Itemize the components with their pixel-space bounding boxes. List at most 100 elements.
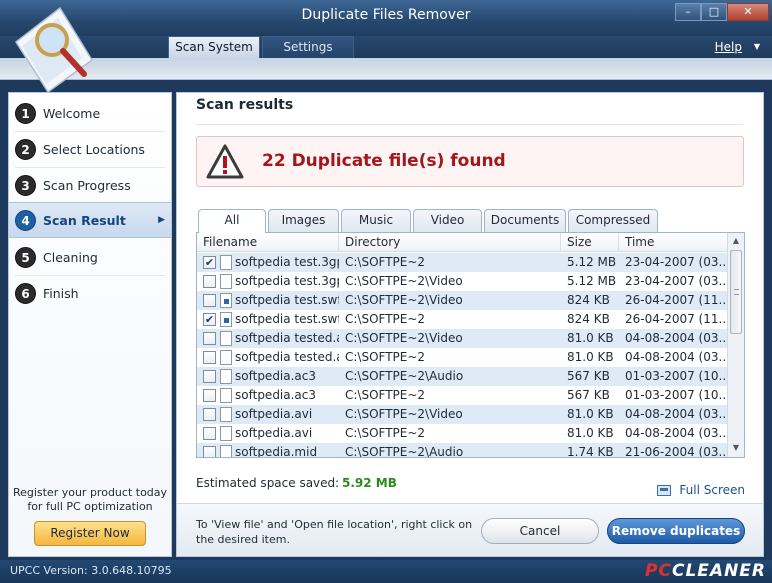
cell-filename: softpedia.avi [235, 426, 313, 440]
filter-tab-compressed[interactable]: Compressed [568, 209, 658, 232]
cell-filename: softpedia tested.avi [235, 331, 339, 345]
step-number: 5 [15, 246, 36, 268]
row-checkbox[interactable] [203, 389, 216, 402]
cell-size: 1.74 KB [567, 445, 614, 458]
table-row[interactable]: softpedia.ac3 C:\SOFTPE~2 567 KB 01-03-2007… [197, 386, 727, 405]
help-menu[interactable]: Help [715, 40, 742, 54]
step-label: Scan Result [43, 212, 126, 228]
filter-tab-documents[interactable]: Documents [484, 209, 566, 232]
cell-filename: softpedia test.3gp [235, 255, 339, 269]
remove-duplicates-button[interactable]: Remove duplicates [607, 518, 745, 544]
step-scan-progress[interactable]: 3 Scan Progress [9, 167, 171, 203]
column-header-directory[interactable]: Directory [339, 233, 561, 252]
step-cleaning[interactable]: 5 Cleaning [9, 239, 171, 275]
step-number: 1 [15, 102, 36, 124]
table-row[interactable]: softpedia test.swf C:\SOFTPE~2\Video 824 K… [197, 291, 727, 310]
full-screen-link[interactable]: Full Screen [657, 483, 745, 497]
help-dropdown-icon[interactable]: ▼ [754, 42, 760, 51]
table-row[interactable]: softpedia test.3gp C:\SOFTPE~2\Video 5.12 … [197, 272, 727, 291]
row-checkbox[interactable] [203, 370, 216, 383]
table-row[interactable]: ✔ softpedia test.3gp C:\SOFTPE~2 5.12 MB 23-… [197, 253, 727, 272]
cell-time: 04-08-2004 (03... [625, 426, 727, 440]
results-table: Filename Directory Size Time ✔ softpedia … [196, 232, 745, 458]
step-finish[interactable]: 6 Finish [9, 275, 171, 311]
brand-logo: PCCLEANER [645, 561, 766, 581]
window-title: Duplicate Files Remover [301, 7, 471, 23]
row-checkbox[interactable] [203, 294, 216, 307]
step-select-locations[interactable]: 2 Select Locations [9, 131, 171, 167]
table-row[interactable]: softpedia.ac3 C:\SOFTPE~2\Audio 567 KB 01-0… [197, 367, 727, 386]
filter-tab-music[interactable]: Music [341, 209, 411, 232]
step-scan-result[interactable]: 4 Scan Result ▶ [9, 202, 171, 238]
cell-time: 26-04-2007 (11... [625, 312, 727, 326]
cell-time: 04-08-2004 (03... [625, 407, 727, 421]
row-checkbox[interactable] [203, 446, 216, 457]
full-screen-label: Full Screen [679, 483, 745, 497]
cell-filename: softpedia.ac3 [235, 369, 317, 383]
version-text: UPCC Version: 3.0.648.10795 [10, 564, 172, 577]
cell-size: 81.0 KB [567, 331, 614, 345]
maximize-button[interactable]: □ [701, 3, 727, 21]
cell-size: 824 KB [567, 312, 610, 326]
action-bar: To 'View file' and 'Open file location',… [177, 503, 763, 556]
step-label: Finish [43, 285, 79, 301]
cancel-button[interactable]: Cancel [481, 518, 599, 544]
table-row[interactable]: softpedia.avi C:\SOFTPE~2 81.0 KB 04-08-200… [197, 424, 727, 443]
row-checkbox[interactable] [203, 427, 216, 440]
title-bar: Duplicate Files Remover – □ ✕ [0, 0, 772, 36]
page-title: Scan results [196, 97, 294, 113]
cell-directory: C:\SOFTPE~2\Audio [345, 445, 464, 458]
table-row[interactable]: ✔ softpedia test.swf C:\SOFTPE~2 824 KB 26-0… [197, 310, 727, 329]
column-header-size[interactable]: Size [561, 233, 619, 252]
filter-tab-images[interactable]: Images [268, 209, 339, 232]
row-checkbox[interactable] [203, 275, 216, 288]
full-screen-icon [657, 484, 672, 496]
row-checkbox[interactable] [203, 332, 216, 345]
cell-size: 5.12 MB [567, 255, 617, 269]
scroll-up-icon[interactable]: ▲ [728, 233, 744, 249]
cell-size: 824 KB [567, 293, 610, 307]
table-row[interactable]: softpedia.mid C:\SOFTPE~2\Audio 1.74 KB 21-… [197, 443, 727, 458]
step-number: 3 [15, 174, 36, 196]
register-promo-line: Register your product today [12, 486, 168, 499]
brand-pc: PC [645, 561, 672, 581]
register-promo: Register your product today for full PC … [9, 486, 171, 514]
cell-directory: C:\SOFTPE~2 [345, 255, 426, 269]
minimize-button[interactable]: – [675, 3, 701, 21]
duplicates-count-text: 22 Duplicate file(s) found [262, 151, 506, 171]
space-saved-label: Estimated space saved: [196, 476, 340, 490]
step-number: 4 [15, 209, 36, 231]
duplicates-alert: 22 Duplicate file(s) found [196, 136, 744, 187]
step-label: Select Locations [43, 141, 145, 157]
cell-time: 01-03-2007 (10... [625, 388, 727, 402]
cell-directory: C:\SOFTPE~2 [345, 350, 426, 364]
row-checkbox[interactable] [203, 408, 216, 421]
cell-size: 81.0 KB [567, 407, 614, 421]
table-row[interactable]: softpedia tested.avi C:\SOFTPE~2 81.0 KB 04… [197, 348, 727, 367]
scroll-down-icon[interactable]: ▼ [728, 440, 744, 456]
table-row[interactable]: softpedia tested.avi C:\SOFTPE~2\Video 81.… [197, 329, 727, 348]
row-checkbox[interactable] [203, 351, 216, 364]
header-band [0, 58, 772, 80]
register-now-button[interactable]: Register Now [34, 521, 146, 546]
tab-scan-system[interactable]: Scan System [168, 36, 260, 58]
close-button[interactable]: ✕ [727, 3, 769, 21]
step-label: Cleaning [43, 249, 98, 265]
row-checkbox[interactable]: ✔ [203, 256, 216, 269]
cell-time: 01-03-2007 (10... [625, 369, 727, 383]
step-welcome[interactable]: 1 Welcome [9, 95, 171, 131]
filter-tab-all[interactable]: All [198, 209, 266, 233]
table-row[interactable]: softpedia.avi C:\SOFTPE~2\Video 81.0 KB 04-… [197, 405, 727, 424]
filter-tab-video[interactable]: Video [413, 209, 482, 232]
row-checkbox[interactable]: ✔ [203, 313, 216, 326]
cell-size: 81.0 KB [567, 426, 614, 440]
cell-size: 567 KB [567, 388, 610, 402]
vertical-scrollbar[interactable]: ▲ ▼ [727, 233, 744, 457]
column-header-time[interactable]: Time [619, 233, 727, 252]
tab-settings[interactable]: Settings [262, 36, 354, 58]
scrollbar-thumb[interactable] [730, 250, 742, 334]
column-header-filename[interactable]: Filename [197, 233, 339, 252]
table-body: ✔ softpedia test.3gp C:\SOFTPE~2 5.12 MB 23-… [197, 253, 727, 458]
cell-directory: C:\SOFTPE~2 [345, 388, 426, 402]
status-bar: UPCC Version: 3.0.648.10795 PCCLEANER [0, 560, 772, 583]
